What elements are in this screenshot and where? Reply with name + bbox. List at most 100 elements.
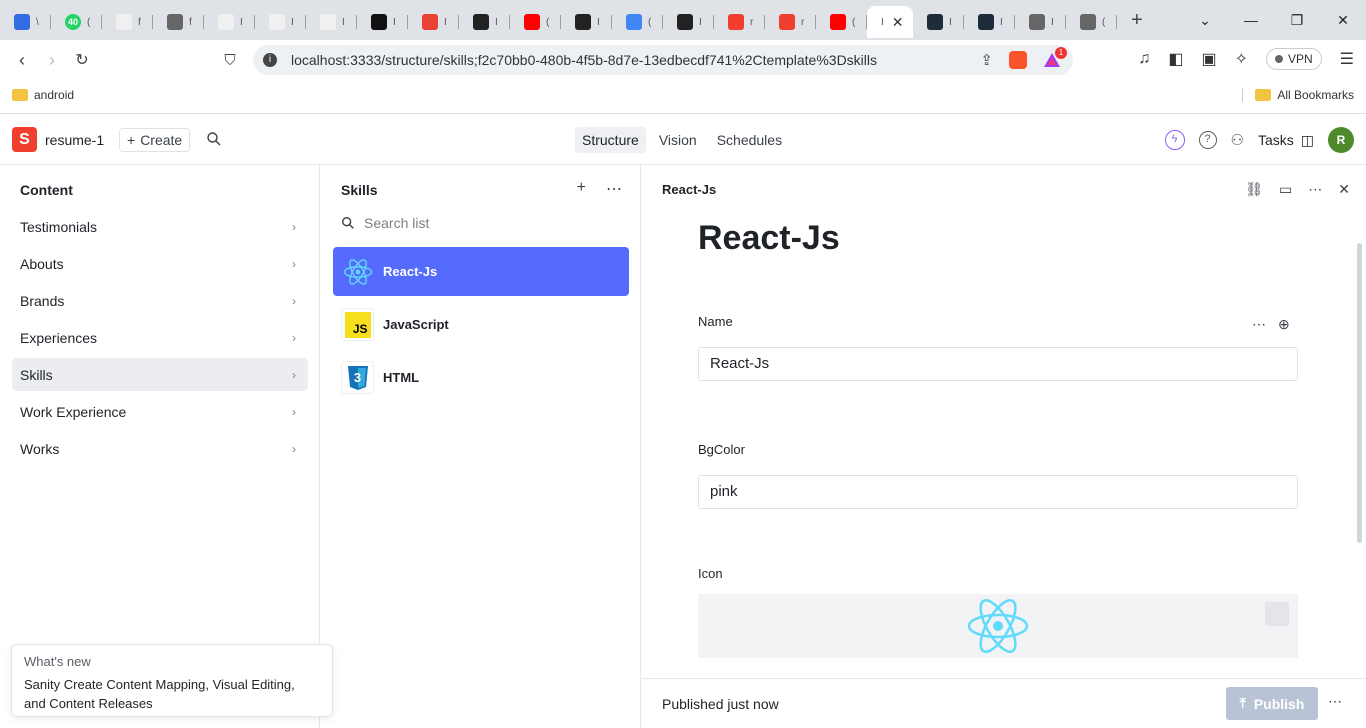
browser-tab[interactable]: I <box>913 6 964 38</box>
browser-tab[interactable]: I ✕ <box>867 6 913 38</box>
chevron-right-icon: › <box>292 330 296 345</box>
browser-tab[interactable]: ( <box>816 6 867 38</box>
content-item-work-experience[interactable]: Work Experience › <box>12 395 308 428</box>
add-document-icon[interactable]: + <box>577 179 586 199</box>
browser-tab[interactable]: I <box>459 6 510 38</box>
browser-tab[interactable]: I <box>204 6 255 38</box>
forward-icon[interactable]: › <box>37 50 67 71</box>
tool-structure[interactable]: Structure <box>575 127 646 153</box>
field-more-icon[interactable]: ⋯ <box>1252 316 1266 333</box>
tool-vision[interactable]: Vision <box>652 127 704 153</box>
close-tab-icon[interactable]: ✕ <box>892 14 904 31</box>
publish-button[interactable]: ⤒ Publish <box>1226 687 1318 720</box>
content-item-works[interactable]: Works › <box>12 432 308 465</box>
scrollbar[interactable] <box>1357 243 1362 543</box>
tool-schedules[interactable]: Schedules <box>710 127 789 153</box>
skill-item-javascript[interactable]: JS JavaScript <box>333 300 629 349</box>
project-name[interactable]: resume-1 <box>45 132 104 148</box>
browser-tab[interactable]: I <box>561 6 612 38</box>
avatar[interactable]: R <box>1328 127 1354 153</box>
browser-tab[interactable]: I <box>357 6 408 38</box>
sanity-logo-icon[interactable]: S <box>12 127 37 152</box>
browser-tab[interactable]: ( <box>1066 6 1117 38</box>
browser-tab[interactable]: r <box>714 6 765 38</box>
more-options-icon[interactable]: ⋯ <box>1308 181 1322 198</box>
vpn-status-icon <box>1274 55 1283 63</box>
next-icon <box>218 14 234 30</box>
more-options-icon[interactable]: ⋯ <box>606 179 622 199</box>
search-icon[interactable] <box>206 131 222 152</box>
browser-tab[interactable]: f <box>153 6 204 38</box>
browser-tab[interactable]: f <box>102 6 153 38</box>
content-item-brands[interactable]: Brands › <box>12 284 308 317</box>
skill-item-react-js[interactable]: React-Js <box>333 247 629 296</box>
browser-tab[interactable]: 40 ( <box>51 6 102 38</box>
brave-shields-icon[interactable] <box>1009 51 1027 69</box>
wallet-icon[interactable]: ▣ <box>1201 49 1216 69</box>
browser-tab[interactable]: I <box>306 6 357 38</box>
image-options-button[interactable] <box>1265 602 1289 626</box>
back-icon[interactable]: ‹ <box>7 50 37 71</box>
presence-icon[interactable]: ⚇ <box>1231 131 1244 149</box>
link-icon[interactable]: ⛓ <box>1245 181 1263 198</box>
document-more-icon[interactable]: ⋯ <box>1328 693 1342 710</box>
all-bookmarks[interactable]: All Bookmarks <box>1242 88 1354 102</box>
bgcolor-field-input[interactable]: pink <box>698 475 1298 509</box>
browser-tab[interactable]: I <box>1015 6 1066 38</box>
browser-tab[interactable]: I <box>663 6 714 38</box>
share-icon[interactable]: ⇪ <box>980 51 993 69</box>
content-item-testimonials[interactable]: Testimonials › <box>12 210 308 243</box>
maximize-icon[interactable]: ❐ <box>1274 12 1320 29</box>
help-icon[interactable]: ? <box>1198 131 1217 149</box>
tasks-button[interactable]: Tasks ◫ <box>1258 132 1314 149</box>
bookmark-icon[interactable]: ⛉ <box>215 52 245 69</box>
sidebar-icon[interactable]: ◧ <box>1168 49 1183 69</box>
browser-tab[interactable]: ( <box>510 6 561 38</box>
comment-icon[interactable]: ▭ <box>1279 181 1292 198</box>
name-field-input[interactable]: React-Js <box>698 347 1298 381</box>
document-title: React-Js <box>698 219 840 257</box>
add-comment-icon[interactable]: ⊕ <box>1278 316 1290 333</box>
icon-image-field[interactable] <box>698 594 1298 658</box>
skill-item-label: JavaScript <box>383 317 449 332</box>
bookmark-folder-android[interactable]: android <box>12 88 74 102</box>
bolt-icon[interactable]: ϟ <box>1164 130 1185 150</box>
search-list-input[interactable]: Search list <box>341 215 429 231</box>
new-tab-icon[interactable]: + <box>1131 9 1143 32</box>
browser-extensions: ♫ ◧ ▣ ✧ VPN ☰ <box>1138 48 1354 70</box>
browser-tab[interactable]: \ <box>0 6 51 38</box>
content-item-abouts[interactable]: Abouts › <box>12 247 308 280</box>
browser-tab[interactable]: I <box>255 6 306 38</box>
hashnode-icon <box>371 14 387 30</box>
menu-icon[interactable]: ☰ <box>1340 49 1354 69</box>
leo-ai-icon[interactable]: ✧ <box>1235 49 1248 69</box>
content-item-experiences[interactable]: Experiences › <box>12 321 308 354</box>
create-button[interactable]: + Create <box>119 128 191 152</box>
browser-tab[interactable]: ( <box>612 6 663 38</box>
brave-rewards-icon[interactable]: 1 <box>1043 47 1067 69</box>
address-bar[interactable]: i localhost:3333/structure/skills;f2c70b… <box>253 45 1073 75</box>
tab-search-icon[interactable]: ⌄ <box>1182 12 1228 29</box>
minimize-icon[interactable]: — <box>1228 12 1274 28</box>
search-icon <box>342 217 354 229</box>
vpn-button[interactable]: VPN <box>1265 48 1322 70</box>
media-icon[interactable]: ♫ <box>1138 50 1150 68</box>
rewards-badge: 1 <box>1055 47 1067 59</box>
browser-tab[interactable]: I <box>408 6 459 38</box>
youtube-icon <box>524 14 540 30</box>
skills-pane-title: Skills <box>341 182 378 198</box>
all-bookmarks-label: All Bookmarks <box>1277 88 1354 102</box>
reload-icon[interactable]: ↻ <box>67 50 97 70</box>
plus-icon: + <box>127 132 136 148</box>
skill-item-html[interactable]: 3 HTML <box>333 353 629 402</box>
browser-tab[interactable]: r <box>765 6 816 38</box>
whats-new-card[interactable]: What's new Sanity Create Content Mapping… <box>11 644 333 717</box>
tool-menu: Structure Vision Schedules <box>575 127 789 153</box>
browser-tab[interactable]: I <box>964 6 1015 38</box>
tab-title: ( <box>852 16 856 28</box>
publish-status: Published just now <box>662 696 779 712</box>
site-info-icon[interactable]: i <box>263 53 277 67</box>
close-window-icon[interactable]: ✕ <box>1320 12 1366 29</box>
close-pane-icon[interactable]: ✕ <box>1338 181 1350 198</box>
content-item-skills[interactable]: Skills › <box>12 358 308 391</box>
